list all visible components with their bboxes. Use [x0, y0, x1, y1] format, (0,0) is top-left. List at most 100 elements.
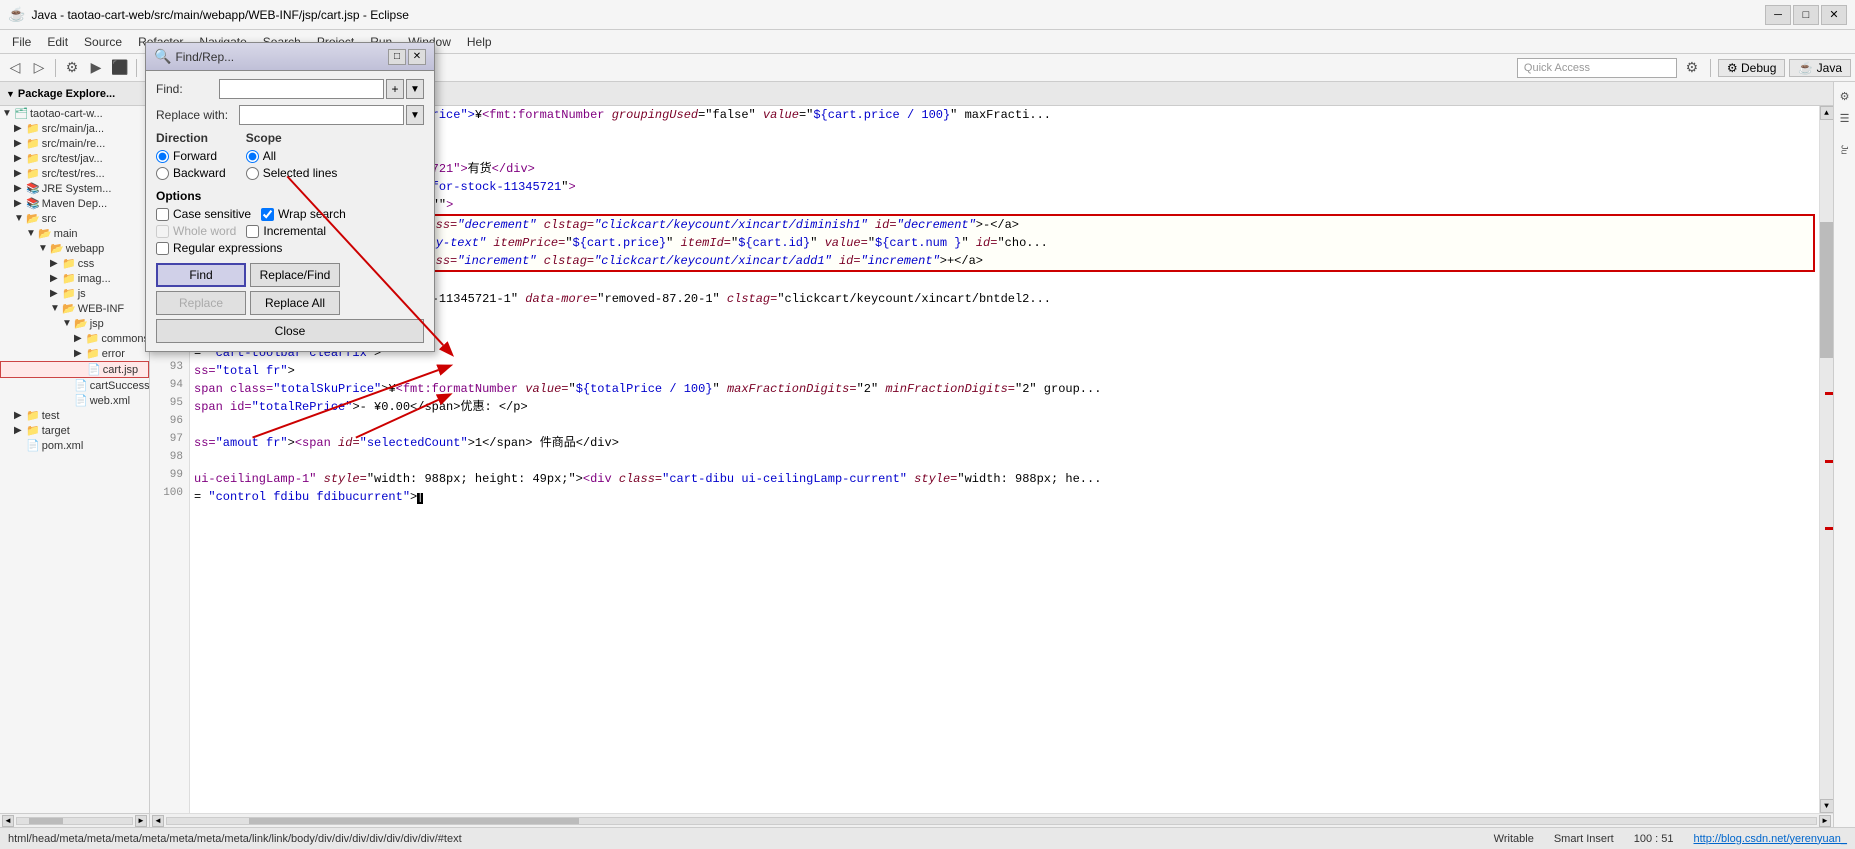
vscroll-down[interactable]: ▼ [1820, 799, 1834, 813]
java-perspective-btn[interactable]: ☕ Java [1789, 59, 1851, 77]
direction-title: Direction [156, 131, 226, 145]
status-smart-insert: Smart Insert [1554, 833, 1614, 845]
dialog-controls[interactable]: □ ✕ [388, 49, 426, 65]
quick-access-box[interactable]: Quick Access [1517, 58, 1677, 78]
tree-item-test[interactable]: ▶ 📁 test [0, 408, 149, 423]
cb-incremental[interactable]: Incremental [246, 224, 326, 238]
tree-item-webxml[interactable]: 📄 web.xml [0, 393, 149, 408]
cb-regex[interactable]: Regular expressions [156, 241, 282, 255]
hscroll-track[interactable] [16, 817, 133, 825]
menu-file[interactable]: File [4, 33, 39, 51]
code-line: ss="total fr"> [194, 362, 1815, 380]
vscroll-up[interactable]: ▲ [1820, 106, 1834, 120]
hscroll-right[interactable]: ► [135, 815, 147, 827]
tree-item-images[interactable]: ▶ 📁 imag... [0, 271, 149, 286]
find-input[interactable] [219, 79, 384, 99]
menu-edit[interactable]: Edit [39, 33, 76, 51]
tree-item-css[interactable]: ▶ 📁 css [0, 256, 149, 271]
hscroll-left[interactable]: ◄ [152, 815, 164, 827]
debug-perspective-btn[interactable]: ⚙ Debug [1718, 59, 1785, 77]
editor-hscroll[interactable]: ◄ ► [150, 813, 1833, 827]
tree-item-cartsuccess[interactable]: 📄 cartSuccess.jsp [0, 378, 149, 393]
toolbar-forward-btn[interactable]: ▷ [28, 57, 50, 79]
tree-arrow: ▶ [14, 198, 26, 209]
tree-item-commons[interactable]: ▶ 📁 commons [0, 331, 149, 346]
tree-item-src[interactable]: ▼ 📂 src [0, 211, 149, 226]
tree-item-target[interactable]: ▶ 📁 target [0, 423, 149, 438]
error-marker [1825, 392, 1833, 395]
tree-item-project[interactable]: ▼ 🗂 taotao-cart-w... [0, 106, 149, 121]
hscroll-track[interactable] [166, 817, 1817, 825]
toolbar-sep-2 [136, 59, 137, 77]
replace-all-button[interactable]: Replace All [250, 291, 340, 315]
window-controls[interactable]: ─ □ ✕ [1765, 5, 1847, 25]
options-section: Options Case sensitive Wrap search Whole… [156, 189, 424, 255]
tree-item-src-test-jav[interactable]: ▶ 📁 src/test/jav... [0, 151, 149, 166]
replace-input[interactable] [239, 105, 404, 125]
sidebar-hscroll[interactable]: ◄ ► [0, 813, 149, 827]
tree-item-jsp[interactable]: ▼ 📂 jsp [0, 316, 149, 331]
status-link-anchor[interactable]: http://blog.csdn.net/yerenyuan_ [1694, 833, 1848, 845]
code-line-highlight-3: <a href="javascript:void(0);" class="inc… [194, 252, 1815, 272]
dialog-minimize-btn[interactable]: □ [388, 49, 406, 65]
radio-selected[interactable]: Selected lines [246, 166, 338, 180]
right-icon-3[interactable]: Ju [1835, 130, 1855, 170]
radio-forward[interactable]: Forward [156, 149, 226, 163]
cb-whole-word[interactable]: Whole word [156, 224, 236, 238]
tree-item-cart-jsp[interactable]: 📄 cart.jsp [0, 361, 149, 378]
tree-item-jre[interactable]: ▶ 📚 JRE System... [0, 181, 149, 196]
toolbar-back-btn[interactable]: ◁ [4, 57, 26, 79]
right-icons-strip: ⚙ ☰ Ju [1833, 82, 1855, 827]
tree-item-webinf[interactable]: ▼ 📂 WEB-INF [0, 301, 149, 316]
tree-item-js[interactable]: ▶ 📁 js [0, 286, 149, 301]
toolbar-right: Quick Access ⚙ ⚙ Debug ☕ Java [1517, 57, 1851, 79]
tree-item-pom[interactable]: 📄 pom.xml [0, 438, 149, 453]
tree-item-src-main-re[interactable]: ▶ 📁 src/main/re... [0, 136, 149, 151]
minimize-button[interactable]: ─ [1765, 5, 1791, 25]
close-button[interactable]: Close [156, 319, 424, 343]
replace-dropdown-btn[interactable]: ▼ [406, 105, 424, 125]
window-title: Java - taotao-cart-web/src/main/webapp/W… [31, 8, 408, 22]
menu-source[interactable]: Source [76, 33, 130, 51]
find-plus-btn[interactable]: + [386, 79, 404, 99]
radio-all[interactable]: All [246, 149, 338, 163]
toolbar-settings-icon[interactable]: ⚙ [1681, 57, 1703, 79]
tree-item-main[interactable]: ▼ 📂 main [0, 226, 149, 241]
toolbar-run-btn[interactable]: ▶ [85, 57, 107, 79]
menu-help[interactable]: Help [459, 33, 500, 51]
tree-item-src-main-ja[interactable]: ▶ 📁 src/main/ja... [0, 121, 149, 136]
dialog-close-btn[interactable]: ✕ [408, 49, 426, 65]
dialog-titlebar: 🔍 Find/Rep... □ ✕ [146, 43, 434, 71]
radio-backward[interactable]: Backward [156, 166, 226, 180]
find-dropdown-btn[interactable]: ▼ [406, 79, 424, 99]
vscroll-track[interactable] [1820, 120, 1833, 799]
right-icon-2[interactable]: ☰ [1835, 108, 1855, 128]
code-line: = "cart-toolbar clearfix"> [194, 344, 1815, 362]
vertical-scrollbar[interactable]: ▲ ▼ [1819, 106, 1833, 813]
tree-label: cart.jsp [103, 364, 138, 376]
folder-icon: 📂 [74, 317, 88, 330]
tree-item-webapp[interactable]: ▼ 📂 webapp [0, 241, 149, 256]
cb-case-sensitive[interactable]: Case sensitive [156, 207, 251, 221]
toolbar-stop-btn[interactable]: ⬛ [109, 57, 131, 79]
toolbar-debug-btn[interactable]: ⚙ [61, 57, 83, 79]
find-button[interactable]: Find [156, 263, 246, 287]
selected-label: Selected lines [263, 166, 338, 180]
replace-find-button[interactable]: Replace/Find [250, 263, 340, 287]
tree-item-maven[interactable]: ▶ 📚 Maven Dep... [0, 196, 149, 211]
sidebar-collapse-icon[interactable]: ▼ [6, 89, 15, 99]
folder-icon: 📁 [86, 347, 100, 360]
file-icon: 📄 [87, 363, 101, 376]
code-line: ass="cell p-remove"><a id="remove-113457… [194, 290, 1815, 308]
maximize-button[interactable]: □ [1793, 5, 1819, 25]
hscroll-left[interactable]: ◄ [2, 815, 14, 827]
tree-item-error[interactable]: ▶ 📁 error [0, 346, 149, 361]
right-icon-1[interactable]: ⚙ [1835, 86, 1855, 106]
hscroll-right[interactable]: ► [1819, 815, 1831, 827]
replace-button[interactable]: Replace [156, 291, 246, 315]
tree-item-src-test-res[interactable]: ▶ 📁 src/test/res... [0, 166, 149, 181]
close-button[interactable]: ✕ [1821, 5, 1847, 25]
status-link[interactable]: http://blog.csdn.net/yerenyuan_ [1694, 833, 1848, 845]
options-row-3: Regular expressions [156, 241, 424, 255]
cb-wrap-search[interactable]: Wrap search [261, 207, 346, 221]
